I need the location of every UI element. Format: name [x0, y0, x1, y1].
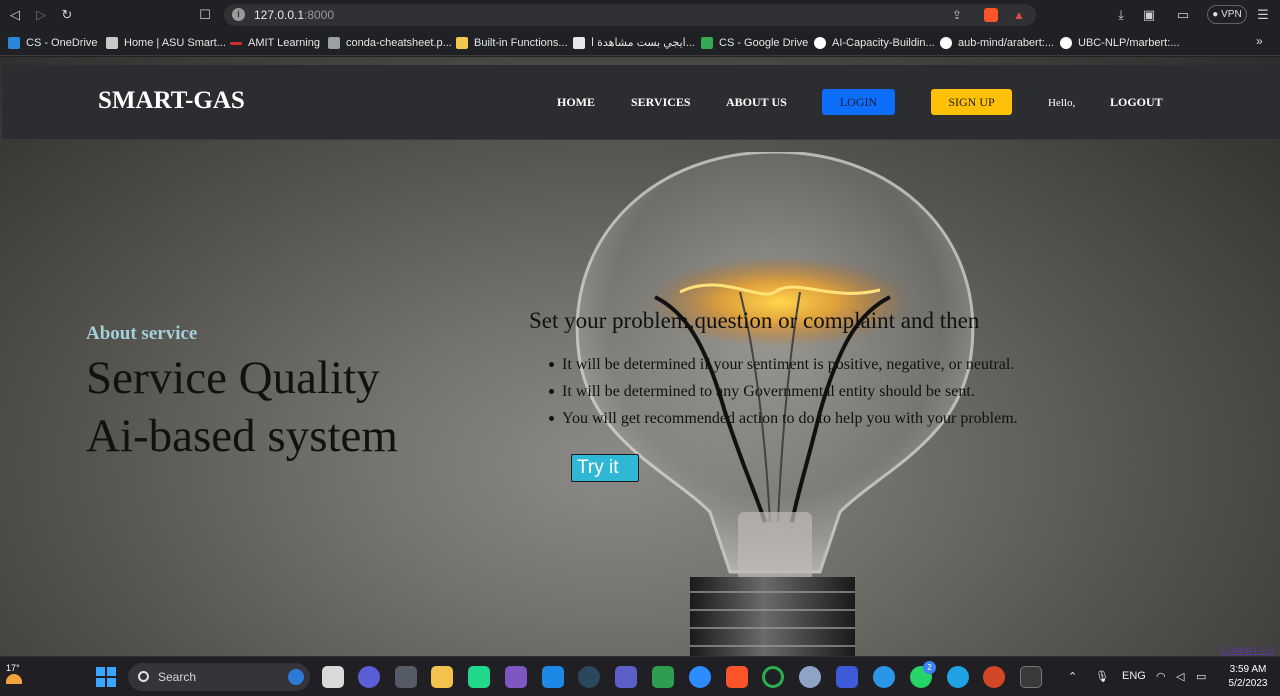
- app-icon[interactable]: [836, 666, 858, 688]
- zoom-icon[interactable]: [689, 666, 711, 688]
- list-item: It will be determined to any Governmenta…: [549, 378, 1018, 405]
- bookmarks-bar: CS - OneDrive Home | ASU Smart... AMIT L…: [0, 30, 1280, 56]
- egybest-icon: [573, 37, 585, 49]
- battery-icon[interactable]: ▭: [1196, 670, 1206, 683]
- clock-time: 3:59 AM: [1229, 664, 1267, 675]
- reload-icon[interactable]: ↻: [58, 6, 76, 24]
- bookmark-item[interactable]: CS - Google Drive: [701, 35, 808, 51]
- address-bar[interactable]: i 127.0.0.1:8000 ⇪ ▲: [224, 4, 1036, 26]
- clock-date: 5/2/2023: [1228, 678, 1268, 689]
- vscode-icon[interactable]: [542, 666, 564, 688]
- terminal-icon[interactable]: [1020, 666, 1042, 688]
- asu-icon: [106, 37, 118, 49]
- browser-toolbar: ◁ ▷ ↻ ☐ i 127.0.0.1:8000 ⇪ ▲ ⤓ ▣ ▭ ● VPN…: [0, 0, 1280, 30]
- search-icon: [138, 671, 149, 682]
- powerpoint-icon[interactable]: [983, 666, 1005, 688]
- language-indicator[interactable]: ENG: [1122, 670, 1146, 682]
- pycharm-icon[interactable]: [468, 666, 490, 688]
- chat-icon[interactable]: [358, 666, 380, 688]
- python-icon: [456, 37, 468, 49]
- bookmark-item[interactable]: Home | ASU Smart...: [106, 35, 226, 51]
- hero-lead-text: Set your problem,question or complaint a…: [529, 308, 980, 333]
- bookmark-item[interactable]: Built-in Functions...: [456, 35, 568, 51]
- r-icon[interactable]: [799, 666, 821, 688]
- brave-shield-icon[interactable]: [984, 8, 998, 22]
- try-it-button[interactable]: Try it: [571, 454, 639, 482]
- bookmark-item[interactable]: CS - OneDrive: [8, 35, 98, 51]
- meet-icon[interactable]: [652, 666, 674, 688]
- weather-icon: [6, 674, 22, 684]
- bookmark-item[interactable]: UBC-NLP/marbert:...: [1060, 35, 1179, 51]
- document-icon: [328, 37, 340, 49]
- github-icon: [814, 37, 826, 49]
- notification-badge: 2: [923, 661, 936, 674]
- signup-button[interactable]: SIGN UP: [931, 89, 1012, 115]
- brave-icon[interactable]: [726, 666, 748, 688]
- chevron-up-icon[interactable]: ⌃: [1068, 670, 1077, 683]
- list-item: It will be determined if your sentiment …: [549, 351, 1018, 378]
- amit-icon: [230, 42, 242, 45]
- wallet-icon[interactable]: ▭: [1174, 6, 1192, 24]
- hero-title: Service Quality Ai-based system: [86, 352, 398, 462]
- github-icon: [1060, 37, 1072, 49]
- back-icon[interactable]: ◁: [6, 6, 24, 24]
- teams-icon[interactable]: [615, 666, 637, 688]
- login-button[interactable]: LOGIN: [822, 89, 895, 115]
- site-navbar: SMART-GAS HOME SERVICES ABOUT US LOGIN S…: [2, 65, 1280, 140]
- nav-logout[interactable]: LOGOUT: [1110, 95, 1163, 110]
- nav-about-us[interactable]: ABOUT US: [726, 95, 787, 110]
- task-view-icon[interactable]: [322, 666, 344, 688]
- download-icon[interactable]: ⤓: [1112, 6, 1130, 24]
- whatsapp-icon[interactable]: 2: [910, 661, 936, 688]
- app-icon[interactable]: [395, 666, 417, 688]
- system-clock[interactable]: 3:59 AM 5/2/2023: [1224, 663, 1272, 691]
- bookmark-item[interactable]: AMIT Learning: [230, 35, 320, 51]
- vpn-button[interactable]: ● VPN: [1207, 5, 1247, 24]
- bookmark-item[interactable]: aub-mind/arabert:...: [940, 35, 1054, 51]
- visual-studio-icon[interactable]: [505, 666, 527, 688]
- brave-rewards-icon[interactable]: ▲: [1013, 4, 1025, 26]
- github-icon: [940, 37, 952, 49]
- brand-logo[interactable]: SMART-GAS: [98, 87, 245, 115]
- bookmark-icon[interactable]: ☐: [196, 6, 214, 24]
- url-host: 127.0.0.1: [254, 8, 305, 22]
- sync-icon[interactable]: [762, 666, 784, 688]
- wifi-icon[interactable]: ◠: [1156, 670, 1166, 683]
- file-explorer-icon[interactable]: [431, 666, 453, 688]
- page-content: SMART-GAS HOME SERVICES ABOUT US LOGIN S…: [0, 57, 1280, 656]
- bookmark-item[interactable]: AI-Capacity-Buildin...: [814, 35, 935, 51]
- microphone-icon[interactable]: 🎙: [1095, 670, 1109, 683]
- bing-icon[interactable]: [288, 669, 304, 685]
- menu-icon[interactable]: ☰: [1254, 6, 1272, 24]
- sidebar-icon[interactable]: ▣: [1140, 6, 1158, 24]
- list-item: You will get recommended action to do to…: [549, 405, 1018, 432]
- greeting-text: Hello,: [1048, 97, 1076, 109]
- taskbar-search[interactable]: Search: [128, 663, 310, 691]
- bookmark-item[interactable]: ايجي بست مشاهدة ا...: [573, 35, 695, 51]
- url-port: :8000: [304, 8, 335, 22]
- share-icon[interactable]: ⇪: [952, 4, 962, 26]
- weather-widget[interactable]: 17°: [6, 663, 22, 684]
- feature-list: It will be determined if your sentiment …: [549, 351, 1018, 432]
- bookmark-item[interactable]: conda-cheatsheet.p...: [328, 35, 452, 51]
- google-drive-icon: [701, 37, 713, 49]
- steam-icon[interactable]: [578, 666, 600, 688]
- docker-icon[interactable]: [873, 666, 895, 688]
- more-bookmarks-icon[interactable]: »: [1256, 34, 1263, 48]
- taskbar: 17° Search 2 ⌃ 🎙 ENG ◠ ◁ ▭ 3:59 AM 5/2/2…: [0, 656, 1280, 696]
- onedrive-icon: [8, 37, 20, 49]
- edge-icon[interactable]: [947, 666, 969, 688]
- nav-home[interactable]: HOME: [557, 95, 595, 110]
- volume-icon[interactable]: ◁: [1176, 670, 1184, 683]
- windows-start-icon[interactable]: [96, 667, 116, 687]
- forward-icon[interactable]: ▷: [32, 6, 50, 24]
- site-info-icon[interactable]: i: [232, 8, 245, 21]
- contact-us-link[interactable]: Contact Us: [1220, 642, 1274, 656]
- about-service-label: About service: [86, 323, 198, 344]
- nav-services[interactable]: SERVICES: [631, 95, 691, 110]
